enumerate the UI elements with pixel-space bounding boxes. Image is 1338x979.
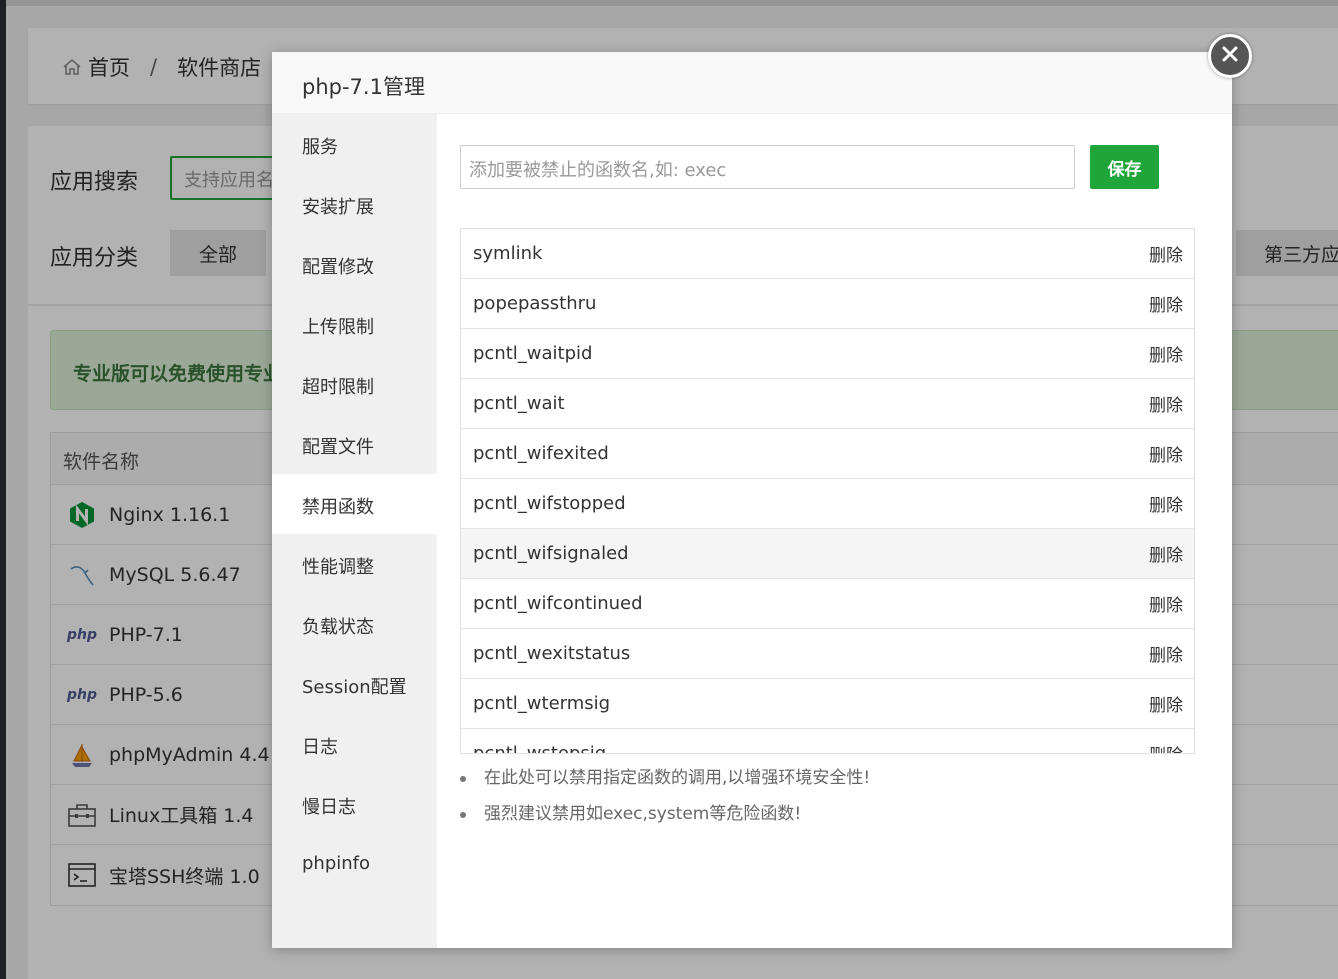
delete-link[interactable]: 删除 xyxy=(1149,591,1183,616)
list-item: pcntl_wstopsig 删除 xyxy=(461,729,1194,754)
delete-link[interactable]: 删除 xyxy=(1149,241,1183,266)
list-item: pcntl_wifsignaled 删除 xyxy=(461,529,1194,579)
function-name: pcntl_wtermsig xyxy=(473,693,611,714)
function-name: symlink xyxy=(473,243,543,264)
nav-item-disabled-functions[interactable]: 禁用函数 xyxy=(272,474,437,534)
nav-item-phpinfo[interactable]: phpinfo xyxy=(272,834,437,894)
function-name: popepassthru xyxy=(473,293,597,314)
modal-content: 添加要被禁止的函数名,如: exec 保存 symlink 删除 popepass… xyxy=(437,114,1232,948)
nav-item-service[interactable]: 服务 xyxy=(272,114,437,174)
nav-item-config-file[interactable]: 配置文件 xyxy=(272,414,437,474)
close-icon xyxy=(1220,44,1240,68)
delete-link[interactable]: 删除 xyxy=(1149,441,1183,466)
function-name: pcntl_wait xyxy=(473,393,565,414)
disabled-function-list[interactable]: symlink 删除 popepassthru 删除 pcntl_waitpid 删除… xyxy=(460,228,1195,754)
nav-item-log[interactable]: 日志 xyxy=(272,714,437,774)
function-name: pcntl_wifcontinued xyxy=(473,593,643,614)
tip-item: 强烈建议禁用如exec,system等危险函数! xyxy=(460,802,1195,838)
close-modal-button[interactable] xyxy=(1208,34,1252,78)
nav-item-upload-limit[interactable]: 上传限制 xyxy=(272,294,437,354)
delete-link[interactable]: 删除 xyxy=(1149,641,1183,666)
delete-link[interactable]: 删除 xyxy=(1149,741,1183,753)
list-item: pcntl_waitpid 删除 xyxy=(461,329,1194,379)
function-name: pcntl_waitpid xyxy=(473,343,593,364)
nav-item-performance[interactable]: 性能调整 xyxy=(272,534,437,594)
nav-item-config-edit[interactable]: 配置修改 xyxy=(272,234,437,294)
list-item: pcntl_wifstopped 删除 xyxy=(461,479,1194,529)
list-item: pcntl_wifcontinued 删除 xyxy=(461,579,1194,629)
nav-item-load-status[interactable]: 负载状态 xyxy=(272,594,437,654)
php-manage-modal: php-7.1管理 服务 安装扩展 配置修改 上传限制 超时限制 配置文件 禁用… xyxy=(272,52,1232,948)
function-name: pcntl_wifstopped xyxy=(473,493,626,514)
tip-item: 在此处可以禁用指定函数的调用,以增强环境安全性! xyxy=(460,766,1195,802)
function-name: pcntl_wifsignaled xyxy=(473,543,629,564)
modal-sidebar: 服务 安装扩展 配置修改 上传限制 超时限制 配置文件 禁用函数 性能调整 负载… xyxy=(272,114,437,948)
delete-link[interactable]: 删除 xyxy=(1149,491,1183,516)
save-button[interactable]: 保存 xyxy=(1090,145,1159,189)
list-item: pcntl_wexitstatus 删除 xyxy=(461,629,1194,679)
list-item: symlink 删除 xyxy=(461,229,1194,279)
function-name: pcntl_wstopsig xyxy=(473,743,607,754)
nav-item-timeout-limit[interactable]: 超时限制 xyxy=(272,354,437,414)
delete-link[interactable]: 删除 xyxy=(1149,391,1183,416)
list-item: pcntl_wtermsig 删除 xyxy=(461,679,1194,729)
tips-list: 在此处可以禁用指定函数的调用,以增强环境安全性! 强烈建议禁用如exec,sys… xyxy=(460,766,1195,838)
list-item: popepassthru 删除 xyxy=(461,279,1194,329)
nav-item-install-extension[interactable]: 安装扩展 xyxy=(272,174,437,234)
list-item: pcntl_wifexited 删除 xyxy=(461,429,1194,479)
nav-item-session-config[interactable]: Session配置 xyxy=(272,654,437,714)
delete-link[interactable]: 删除 xyxy=(1149,541,1183,566)
delete-link[interactable]: 删除 xyxy=(1149,691,1183,716)
function-name-input[interactable]: 添加要被禁止的函数名,如: exec xyxy=(460,145,1075,189)
function-name: pcntl_wexitstatus xyxy=(473,643,631,664)
function-name: pcntl_wifexited xyxy=(473,443,609,464)
list-item: pcntl_wait 删除 xyxy=(461,379,1194,429)
nav-item-slow-log[interactable]: 慢日志 xyxy=(272,774,437,834)
delete-link[interactable]: 删除 xyxy=(1149,341,1183,366)
delete-link[interactable]: 删除 xyxy=(1149,291,1183,316)
modal-title: php-7.1管理 xyxy=(272,52,1232,114)
